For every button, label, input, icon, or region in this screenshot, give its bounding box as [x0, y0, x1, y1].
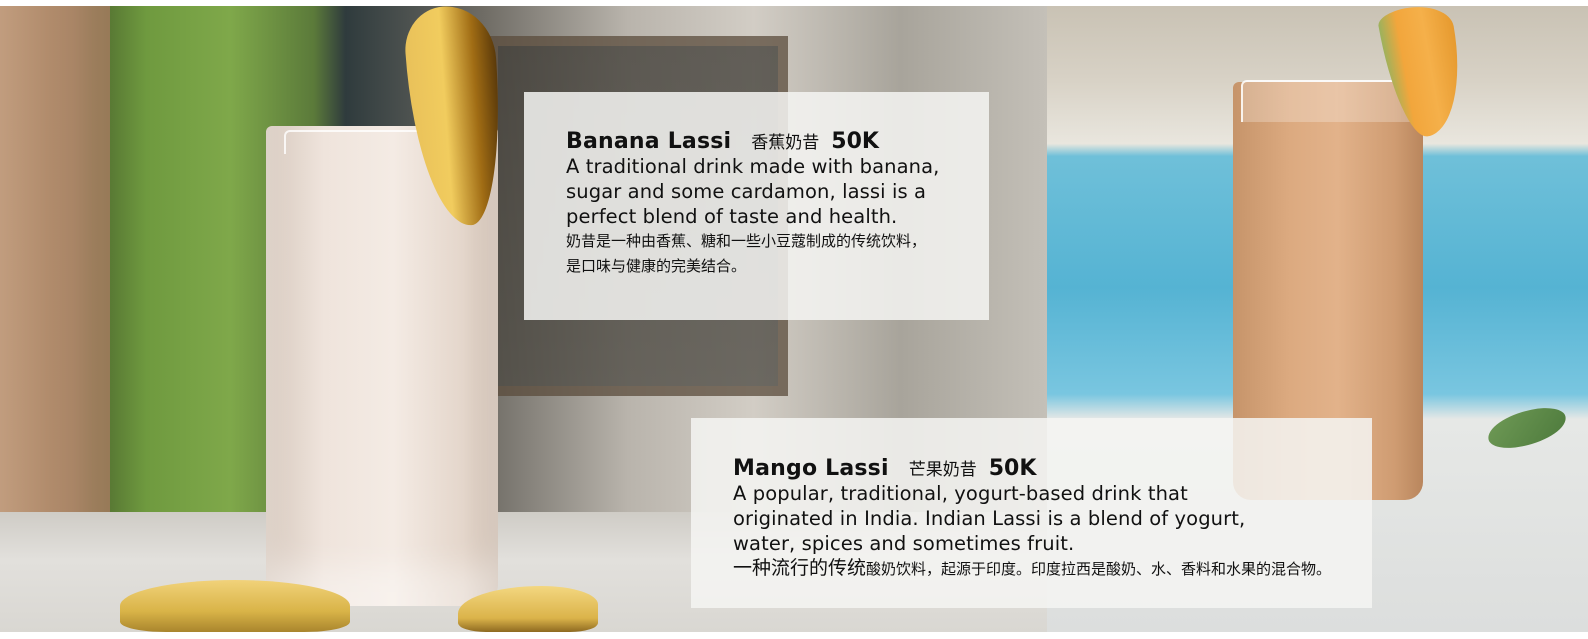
- banana-piece: [120, 580, 350, 632]
- item-description-chinese-lead: 一种流行的传统: [733, 557, 867, 579]
- item-name-chinese: 芒果奶昔: [908, 460, 977, 480]
- item-description: A popular, traditional, yogurt-based dri…: [733, 482, 1246, 555]
- item-description: A traditional drink made with banana, su…: [566, 155, 940, 228]
- item-name-chinese: 香蕉奶昔: [751, 133, 820, 153]
- menu-card-mango-lassi: Mango Lassi 芒果奶昔 50K A popular, traditio…: [691, 418, 1372, 608]
- item-name: Banana Lassi: [566, 129, 732, 154]
- item-name: Mango Lassi: [733, 456, 889, 481]
- item-price: 50K: [831, 129, 879, 154]
- item-description-chinese: 一种流行的传统酸奶饮料，起源于印度。印度拉西是酸奶、水、香料和水果的混合物。: [733, 556, 1350, 582]
- menu-item-title: Banana Lassi 香蕉奶昔 50K: [566, 128, 967, 154]
- item-price: 50K: [988, 456, 1037, 481]
- item-description-chinese: 奶昔是一种由香蕉、糖和一些小豆蔻制成的传统饮料，: [566, 232, 927, 250]
- glass-rim: [1241, 80, 1419, 122]
- menu-item-title: Mango Lassi 芒果奶昔 50K: [733, 455, 1350, 481]
- mint-leaf: [1484, 403, 1570, 453]
- menu-card-banana-lassi: Banana Lassi 香蕉奶昔 50K A traditional drin…: [524, 92, 989, 320]
- item-description-chinese-rest: 酸奶饮料，起源于印度。印度拉西是酸奶、水、香料和水果的混合物。: [866, 560, 1332, 578]
- item-description-chinese: 是口味与健康的完美结合。: [566, 257, 747, 275]
- wood-post: [0, 6, 110, 536]
